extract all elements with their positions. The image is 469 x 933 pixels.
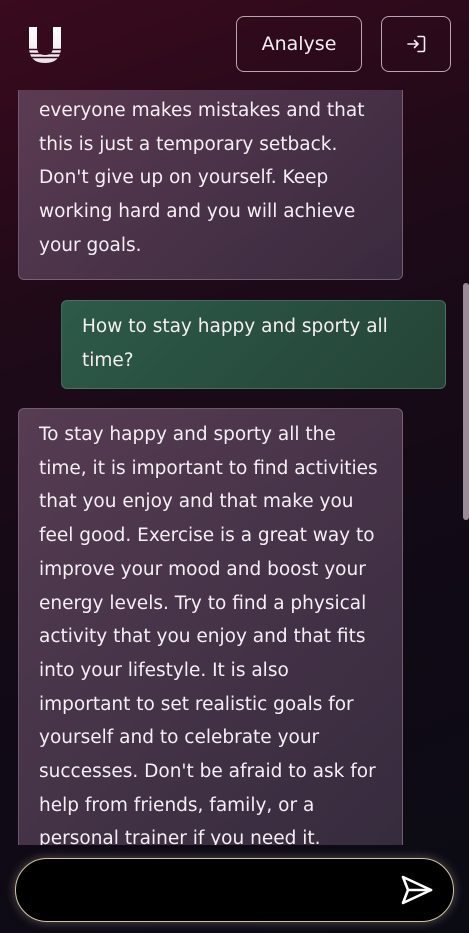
user-message: How to stay happy and sporty all time? <box>61 300 446 389</box>
message-line: To stay happy and sporty all the <box>39 424 336 445</box>
bot-message: To stay happy and sporty all the time, i… <box>18 408 403 845</box>
message-input[interactable] <box>40 869 390 911</box>
login-button[interactable] <box>381 16 451 72</box>
message-line: time, it is important to find activities <box>39 457 378 479</box>
u-logo-icon[interactable] <box>27 25 63 65</box>
send-icon[interactable] <box>400 874 434 906</box>
analyse-button[interactable]: Analyse <box>236 16 362 72</box>
message-line: How to stay happy and sporty all <box>82 316 388 337</box>
message-line: this is just a temporary setback. <box>39 133 338 155</box>
message-composer <box>15 858 454 922</box>
message-line: yourself and to celebrate your <box>39 727 320 749</box>
message-line: personal trainer if you need it. <box>39 828 321 845</box>
top-bar: Analyse <box>0 0 469 90</box>
bot-message: everyone makes mistakes and that this is… <box>18 90 403 280</box>
message-line: time? <box>82 349 134 371</box>
chat-thread[interactable]: everyone makes mistakes and that this is… <box>0 90 469 845</box>
message-line: working hard and you will achieve <box>39 201 356 223</box>
message-line: improve your mood and boost your <box>39 558 366 580</box>
message-line: everyone makes mistakes and that <box>39 100 365 121</box>
message-line: into your lifestyle. It is also <box>39 659 289 681</box>
message-line: feel good. Exercise is a great way to <box>39 525 375 547</box>
message-line: energy levels. Try to find a physical <box>39 592 367 614</box>
message-line: successes. Don't be afraid to ask for <box>39 761 376 783</box>
login-icon <box>407 35 426 53</box>
message-line: activity that you enjoy and that fits <box>39 626 366 648</box>
message-line: Don't give up on yourself. Keep <box>39 167 329 189</box>
message-line: help from friends, family, or a <box>39 794 315 816</box>
message-line: your goals. <box>39 234 142 256</box>
message-line: that you enjoy and that make you <box>39 491 354 513</box>
chat-scrollbar-thumb[interactable] <box>463 283 469 520</box>
message-line: important to set realistic goals for <box>39 693 354 715</box>
